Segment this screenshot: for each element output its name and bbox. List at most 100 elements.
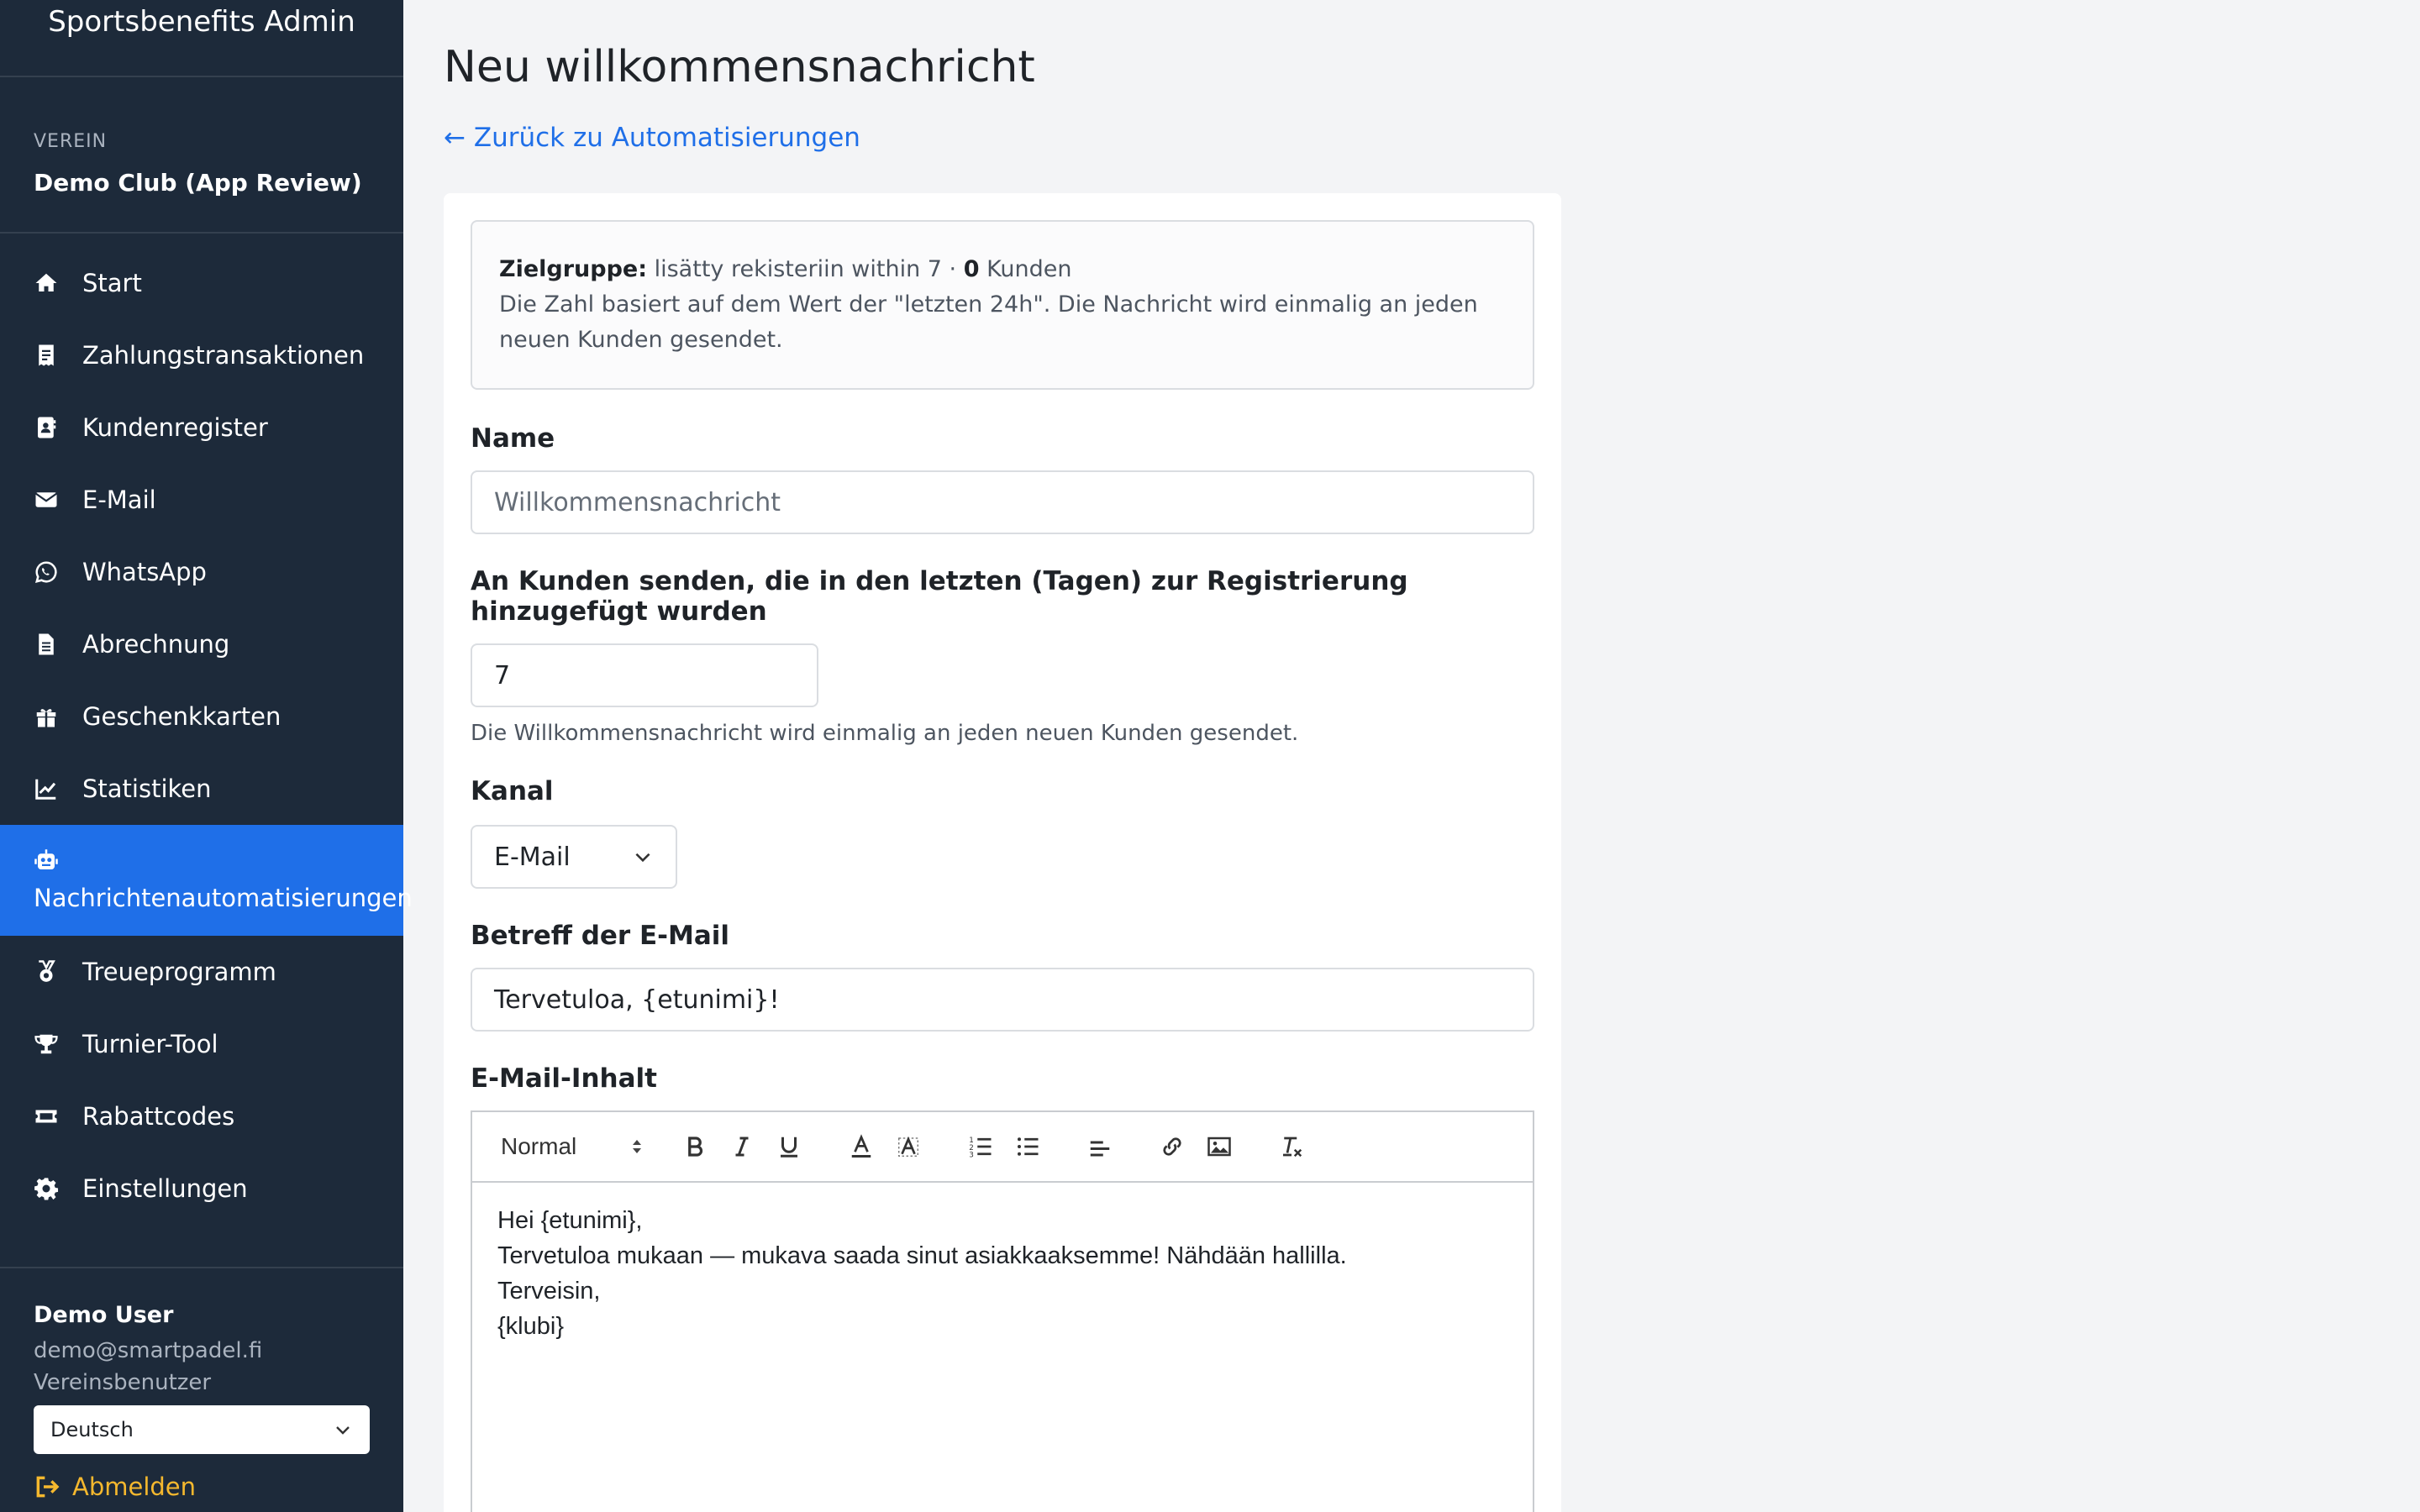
editor-toolbar: Normal 1 2 3 (472, 1112, 1533, 1183)
svg-text:3: 3 (969, 1152, 974, 1160)
ticket-icon (35, 1110, 57, 1123)
user-name: Demo User (34, 1302, 174, 1328)
underline-button[interactable] (775, 1132, 803, 1161)
target-group-count-suffix: Kunden (979, 256, 1072, 282)
app-brand[interactable]: Sportsbenefits Admin (0, 0, 403, 77)
clear-formatting-button[interactable] (1277, 1132, 1306, 1161)
club-section: VEREIN Demo Club (App Review) (0, 77, 403, 234)
sidebar-item-discount-codes[interactable]: Rabattcodes (0, 1080, 403, 1152)
target-group-info: Zielgruppe: lisätty rekisteriin within 7… (471, 220, 1534, 390)
user-role: Vereinsbenutzer (34, 1370, 212, 1395)
ordered-list-button[interactable]: 123 (966, 1132, 995, 1161)
editor-line: {klubi} (497, 1313, 565, 1340)
sidebar-item-giftcards[interactable]: Geschenkkarten (0, 680, 403, 753)
target-group-label: Zielgruppe: (499, 256, 648, 282)
sidebar-item-label: E-Mail (82, 486, 156, 514)
italic-button[interactable] (728, 1132, 756, 1161)
editor-line: Tervetuloa mukaan — mukava saada sinut a… (497, 1242, 1347, 1269)
back-to-automations-link[interactable]: ← Zurück zu Automatisierungen (444, 123, 860, 153)
chevron-down-icon (635, 853, 650, 863)
medal-icon (39, 960, 55, 982)
name-input[interactable]: Willkommensnachricht (471, 470, 1534, 534)
sidebar-item-customers[interactable]: Kundenregister (0, 391, 403, 464)
sidebar-item-payments[interactable]: Zahlungstransaktionen (0, 319, 403, 391)
bold-icon (688, 1137, 703, 1157)
name-label: Name (471, 423, 555, 454)
rich-text-editor: Normal 1 2 3 Hei {etunimi}, Tervetuloa m… (471, 1110, 1534, 1512)
logout-button[interactable]: Abmelden (34, 1473, 370, 1501)
format-select[interactable]: Normal (501, 1133, 644, 1160)
editor-content[interactable]: Hei {etunimi}, Tervetuloa mukaan — mukav… (472, 1183, 1533, 1512)
sort-arrows-icon (633, 1140, 641, 1153)
link-icon (1163, 1137, 1181, 1156)
sidebar-item-label: Nachrichtenautomatisierungen (34, 884, 413, 912)
subject-label: Betreff der E-Mail (471, 921, 730, 951)
robot-icon (34, 849, 58, 869)
sidebar-item-message-automations[interactable]: Nachrichtenautomatisierungen (0, 825, 413, 936)
trophy-icon (34, 1034, 58, 1054)
club-name: Demo Club (App Review) (34, 169, 362, 197)
target-group-line: Zielgruppe: lisätty rekisteriin within 7… (499, 252, 1506, 287)
chart-line-icon (35, 779, 56, 800)
home-icon (35, 273, 57, 291)
sidebar-item-label: Zahlungstransaktionen (82, 341, 365, 370)
channel-select-value: E-Mail (494, 842, 571, 872)
underline-icon (781, 1137, 797, 1158)
channel-select[interactable]: E-Mail (471, 825, 677, 889)
bullet-list-icon (1018, 1137, 1039, 1156)
chevron-down-icon (336, 1426, 350, 1435)
sidebar-item-tournament[interactable]: Turnier-Tool (0, 1008, 403, 1080)
align-button[interactable] (1086, 1132, 1114, 1161)
sidebar-item-start[interactable]: Start (0, 247, 403, 319)
bold-button[interactable] (681, 1132, 709, 1161)
text-color-button[interactable] (847, 1132, 876, 1161)
image-icon (1207, 1137, 1231, 1157)
sidebar-item-label: Statistiken (82, 774, 212, 803)
sidebar-item-settings[interactable]: Einstellungen (0, 1152, 403, 1225)
days-input[interactable]: 7 (471, 643, 818, 707)
sidebar-item-billing[interactable]: Abrechnung (0, 608, 403, 680)
sidebar-item-label: Einstellungen (82, 1174, 248, 1203)
sidebar-item-label: Kundenregister (82, 413, 268, 442)
sidebar-item-email[interactable]: E-Mail (0, 464, 403, 536)
envelope-icon (34, 492, 58, 507)
user-email: demo@smartpadel.fi (34, 1338, 263, 1363)
logout-label: Abmelden (72, 1473, 197, 1501)
sidebar-nav: Start Zahlungstransaktionen Kundenregist… (0, 234, 413, 1225)
sidebar-item-whatsapp[interactable]: WhatsApp (0, 536, 403, 608)
ordered-list-icon: 123 (969, 1137, 992, 1160)
gift-icon (36, 709, 56, 727)
subject-input[interactable]: Tervetuloa, {etunimi}! (471, 968, 1534, 1032)
target-group-note: Die Zahl basiert auf dem Wert der "letzt… (499, 291, 1478, 353)
sidebar-item-label: WhatsApp (82, 558, 207, 586)
target-group-count: 0 (963, 256, 980, 282)
bullet-list-button[interactable] (1013, 1132, 1042, 1161)
sidebar: Sportsbenefits Admin VEREIN Demo Club (A… (0, 0, 413, 1512)
sidebar-item-statistics[interactable]: Statistiken (0, 753, 403, 825)
editor-line: Terveisin, (497, 1278, 601, 1305)
form-card: Zielgruppe: lisätty rekisteriin within 7… (444, 193, 1561, 1512)
sidebar-item-label: Treueprogramm (82, 958, 276, 986)
sidebar-item-loyalty[interactable]: Treueprogramm (0, 936, 403, 1008)
club-label: VEREIN (34, 131, 108, 152)
language-select[interactable]: Deutsch (34, 1405, 370, 1454)
clear-formatting-icon (1283, 1137, 1302, 1158)
page-title: Neu willkommensnachricht (444, 42, 1035, 92)
background-color-icon (898, 1136, 918, 1157)
text-color-icon (851, 1134, 871, 1158)
gear-icon (34, 1178, 59, 1200)
sidebar-item-label: Abrechnung (82, 630, 230, 659)
image-button[interactable] (1205, 1132, 1234, 1161)
content-label: E-Mail-Inhalt (471, 1063, 657, 1094)
user-panel: Demo User demo@smartpadel.fi Vereinsbenu… (0, 1267, 403, 1501)
sign-out-icon (36, 1476, 60, 1498)
sidebar-item-label: Start (82, 269, 142, 297)
sidebar-item-label: Rabattcodes (82, 1102, 235, 1131)
channel-label: Kanal (471, 776, 554, 806)
days-hint: Die Willkommensnachricht wird einmalig a… (471, 721, 1299, 746)
language-select-value: Deutsch (50, 1418, 134, 1441)
background-color-button[interactable] (894, 1132, 923, 1161)
receipt-icon (39, 344, 54, 366)
link-button[interactable] (1158, 1132, 1186, 1161)
target-group-audience: lisätty rekisteriin within 7 · (647, 256, 964, 282)
